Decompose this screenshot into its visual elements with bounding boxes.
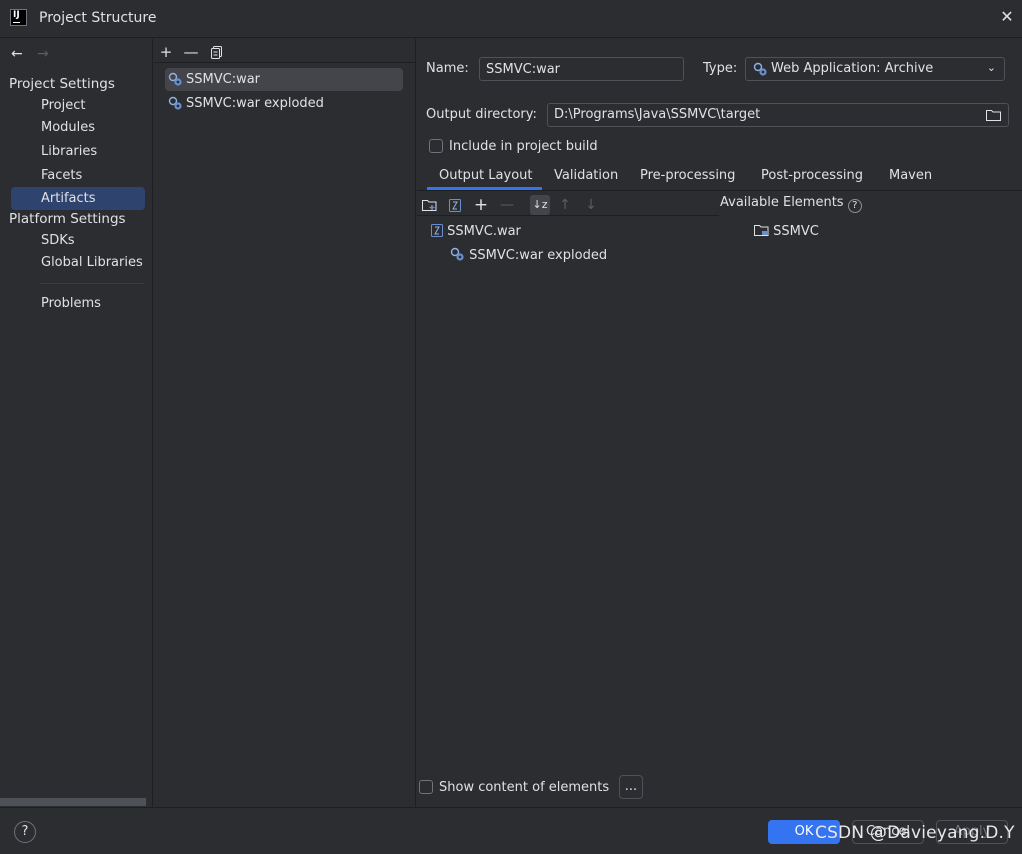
nav-divider — [40, 283, 144, 284]
chevron-down-icon: ⌄ — [986, 61, 996, 74]
tree-item-label: SSMVC:war exploded — [469, 248, 608, 263]
more-options-button[interactable]: ... — [619, 775, 643, 799]
sort-elements-icon[interactable]: ↓z — [530, 195, 550, 215]
layout-tree-child[interactable]: SSMVC:war exploded — [450, 246, 607, 266]
help-circle-icon[interactable]: ? — [847, 199, 862, 213]
artifact-label: SSMVC:war — [186, 72, 261, 87]
available-tree-item[interactable]: SSMVC — [754, 222, 819, 242]
close-icon[interactable]: ✕ — [998, 8, 1016, 26]
copy-artifact-icon[interactable] — [207, 42, 227, 62]
tab-validation[interactable]: Validation — [554, 168, 618, 183]
toolbar-divider — [154, 62, 415, 63]
add-artifact-icon[interactable]: + — [156, 42, 176, 62]
new-directory-icon[interactable] — [419, 195, 439, 215]
remove-element-icon[interactable]: — — [497, 195, 517, 215]
folder-icon[interactable] — [986, 109, 1001, 121]
remove-artifact-icon[interactable]: — — [181, 42, 201, 62]
move-up-icon[interactable]: ↑ — [555, 195, 575, 215]
show-content-checkbox[interactable] — [419, 780, 433, 794]
nav-item-sdks[interactable]: SDKs — [11, 229, 145, 252]
layout-toolbar-divider — [417, 215, 719, 216]
type-select[interactable]: Web Application: Archive ⌄ — [745, 57, 1005, 81]
web-artifact-icon — [753, 62, 767, 76]
intellij-app-icon: IJ — [10, 9, 27, 26]
layout-tree-root[interactable]: SSMVC.war — [431, 222, 521, 242]
available-elements-label: Available Elements ? — [720, 195, 862, 213]
title-bar: IJ Project Structure ✕ — [0, 0, 1022, 38]
archive-icon — [431, 224, 443, 237]
web-artifact-icon — [450, 247, 464, 261]
project-settings-heading: Project Settings — [9, 76, 115, 92]
nav-item-libraries[interactable]: Libraries — [11, 140, 145, 163]
tab-post-processing[interactable]: Post-processing — [761, 168, 863, 183]
include-build-checkbox[interactable] — [429, 139, 443, 153]
tab-maven[interactable]: Maven — [889, 168, 932, 183]
settings-nav: ← → Project Settings Project Modules Lib… — [0, 39, 153, 807]
platform-settings-heading: Platform Settings — [9, 211, 126, 227]
forward-arrow-icon[interactable]: → — [37, 46, 49, 62]
nav-scrollbar[interactable] — [0, 798, 146, 806]
artifact-label: SSMVC:war exploded — [186, 96, 324, 111]
nav-item-artifacts[interactable]: Artifacts — [11, 187, 145, 210]
add-element-icon[interactable]: + — [471, 195, 491, 215]
tree-item-label: SSMVC.war — [447, 224, 521, 239]
back-arrow-icon[interactable]: ← — [11, 46, 23, 62]
tab-output-layout[interactable]: Output Layout — [439, 168, 532, 183]
create-archive-icon[interactable] — [445, 195, 465, 215]
window-title: Project Structure — [39, 10, 157, 26]
name-label: Name: — [426, 61, 469, 76]
show-content-label: Show content of elements — [439, 780, 610, 795]
nav-item-problems[interactable]: Problems — [11, 292, 145, 315]
artifact-item-war-exploded[interactable]: SSMVC:war exploded — [165, 92, 403, 115]
available-elements-text: Available Elements — [720, 195, 844, 210]
web-artifact-icon — [168, 96, 182, 110]
output-directory-value: D:\Programs\Java\SSMVC\target — [554, 107, 761, 122]
tabs-divider — [417, 190, 1022, 191]
dialog-footer: ? OK Cancel Apply CSDN @Davieyang.D.Y — [0, 807, 1022, 854]
tab-pre-processing[interactable]: Pre-processing — [640, 168, 735, 183]
include-build-label: Include in project build — [449, 139, 598, 154]
nav-item-global-libraries[interactable]: Global Libraries — [11, 251, 145, 274]
nav-item-project[interactable]: Project — [11, 94, 145, 117]
nav-item-facets[interactable]: Facets — [11, 164, 145, 187]
artifact-item-war[interactable]: SSMVC:war — [165, 68, 403, 91]
module-folder-icon — [754, 225, 769, 236]
output-directory-label: Output directory: — [426, 107, 537, 122]
artifact-details-panel: Name: Type: Web Application: Archive ⌄ O… — [417, 39, 1022, 807]
name-input[interactable] — [479, 57, 684, 81]
watermark: CSDN @Davieyang.D.Y — [815, 823, 1015, 843]
move-down-icon[interactable]: ↓ — [581, 195, 601, 215]
nav-item-modules[interactable]: Modules — [11, 116, 145, 139]
artifacts-list-panel: + — SSMVC:war SSMVC:war exploded — [154, 39, 416, 807]
web-artifact-icon — [168, 72, 182, 86]
output-directory-input[interactable]: D:\Programs\Java\SSMVC\target — [547, 103, 1009, 127]
tree-item-label: SSMVC — [773, 224, 819, 239]
help-button[interactable]: ? — [14, 821, 36, 843]
type-label: Type: — [703, 61, 738, 76]
type-select-value: Web Application: Archive — [771, 61, 934, 76]
